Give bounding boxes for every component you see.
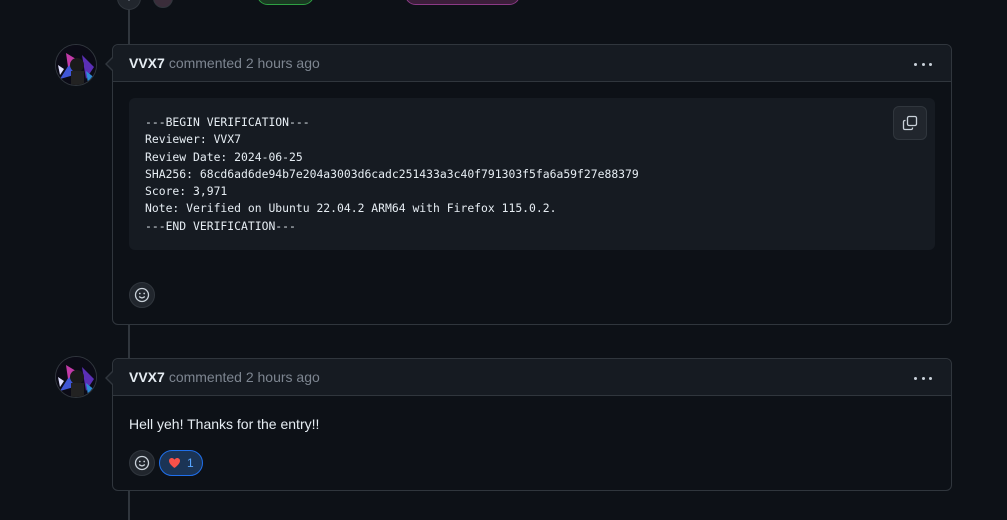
reactions-bar: 1	[129, 450, 935, 476]
add-reaction-button[interactable]	[129, 450, 155, 476]
code-line: SHA256: 68cd6ad6de94b7e204a3003d6cadc251…	[145, 166, 639, 181]
smiley-icon	[134, 287, 150, 303]
code-line: Score: 3,971	[145, 184, 228, 199]
code-line: ---BEGIN VERIFICATION---	[145, 115, 310, 129]
code-line: Note: Verified on Ubuntu 22.04.2 ARM64 w…	[145, 201, 557, 216]
code-line: ---END VERIFICATION---	[145, 218, 296, 233]
code-line: Review Date: 2024-06-25	[145, 149, 303, 164]
comment-text: Hell yeh! Thanks for the entry!!	[129, 416, 320, 432]
comment-timestamp[interactable]: commented 2 hours ago	[169, 55, 320, 71]
comment: VVX7 commented 2 hours ago ---BEGIN VERI…	[105, 44, 952, 325]
event-text-fragment	[612, 0, 630, 2]
comment-options-button[interactable]	[911, 54, 935, 74]
smiley-icon	[134, 455, 150, 471]
heart-icon	[169, 458, 180, 468]
comment: VVX7 commented 2 hours ago Hell yeh! Tha…	[105, 358, 952, 492]
comment-author[interactable]: VVX7	[129, 55, 165, 71]
comment-header: VVX7 commented 2 hours ago	[113, 359, 951, 396]
comment-body: ---BEGIN VERIFICATION--- Reviewer: VVX7 …	[113, 82, 951, 324]
chevron-down-icon[interactable]	[117, 0, 141, 10]
kebab-dot-icon	[914, 62, 917, 66]
label-badge-green[interactable]	[257, 0, 314, 5]
comment-options-button[interactable]	[911, 368, 935, 388]
kebab-dot-icon	[914, 376, 917, 380]
reaction-count: 1	[187, 456, 194, 470]
comment-timestamp[interactable]: commented 2 hours ago	[169, 369, 320, 385]
reactions-bar	[129, 282, 935, 308]
heart-reaction-button[interactable]: 1	[159, 450, 203, 476]
issue-timeline: VVX7 commented 2 hours ago ---BEGIN VERI…	[0, 0, 1007, 520]
comment-author[interactable]: VVX7	[129, 369, 165, 385]
copy-icon	[902, 115, 918, 131]
code-block: ---BEGIN VERIFICATION--- Reviewer: VVX7 …	[129, 98, 935, 250]
previous-timeline-event	[0, 0, 1007, 10]
kebab-dot-icon	[921, 62, 925, 66]
comment-body: Hell yeh! Thanks for the entry!! 1	[113, 396, 951, 492]
code-line: Reviewer: VVX7	[145, 132, 242, 147]
label-badge-purple[interactable]	[405, 0, 520, 5]
copy-button[interactable]	[893, 106, 927, 140]
event-actor-avatar[interactable]	[153, 0, 173, 8]
avatar[interactable]	[55, 44, 97, 86]
kebab-dot-icon	[929, 62, 932, 66]
kebab-dot-icon	[929, 376, 932, 380]
comment-header: VVX7 commented 2 hours ago	[113, 45, 951, 82]
kebab-dot-icon	[921, 376, 925, 380]
avatar[interactable]	[55, 356, 97, 398]
add-reaction-button[interactable]	[129, 282, 155, 308]
